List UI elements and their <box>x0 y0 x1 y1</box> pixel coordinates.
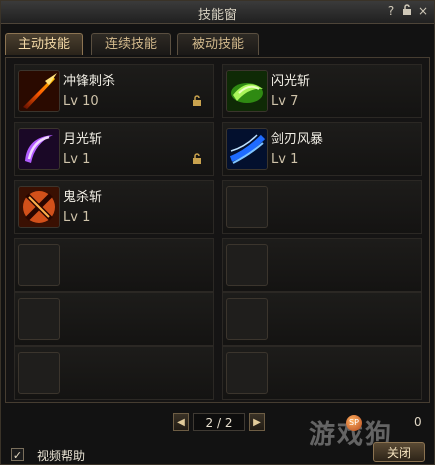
moonlight-slash-icon[interactable] <box>18 128 60 170</box>
flash-slash-icon[interactable] <box>226 70 268 112</box>
empty-icon-slot <box>226 298 268 340</box>
skill-slot-empty[interactable] <box>14 292 214 346</box>
skill-level: Lv 1 <box>63 210 91 225</box>
skill-slot-empty[interactable] <box>14 346 214 400</box>
prev-page-button[interactable]: ◀ <box>173 413 189 431</box>
tab-combo-skills[interactable]: 连续技能 <box>91 33 171 55</box>
empty-icon-slot <box>226 186 268 228</box>
video-help-label: 视频帮助 <box>37 449 86 463</box>
skill-slot[interactable]: 闪光斩 Lv 7 <box>222 64 422 118</box>
skill-name: 剑刃风暴 <box>271 132 324 147</box>
lock-icon[interactable] <box>400 4 414 18</box>
empty-icon-slot <box>18 352 60 394</box>
skill-slot-empty[interactable] <box>222 292 422 346</box>
skill-name: 鬼杀斩 <box>63 190 103 205</box>
empty-icon-slot <box>226 352 268 394</box>
close-button[interactable]: 关闭 <box>373 442 425 462</box>
charge-stab-icon[interactable] <box>18 70 60 112</box>
title-bar[interactable]: 技能窗 ? × <box>1 1 434 24</box>
blade-storm-icon[interactable] <box>226 128 268 170</box>
lock-icon[interactable] <box>191 153 203 165</box>
help-icon[interactable]: ? <box>384 4 398 18</box>
skill-slot-empty[interactable] <box>222 180 422 234</box>
empty-icon-slot <box>18 244 60 286</box>
skill-level: Lv 1 <box>271 152 299 167</box>
skill-window: 技能窗 ? × 主动技能 连续技能 被动技能 冲锋刺杀 Lv 10 闪光斩 Lv… <box>0 0 435 465</box>
demon-slay-icon[interactable] <box>18 186 60 228</box>
skill-slot[interactable]: 鬼杀斩 Lv 1 <box>14 180 214 234</box>
skill-level: Lv 1 <box>63 152 91 167</box>
skill-slot-empty[interactable] <box>222 238 422 292</box>
empty-icon-slot <box>18 298 60 340</box>
skill-slot[interactable]: 冲锋刺杀 Lv 10 <box>14 64 214 118</box>
page-indicator: 2 / 2 <box>193 413 245 431</box>
video-help-checkbox[interactable]: ✓ <box>11 448 24 462</box>
skill-level: Lv 10 <box>63 94 99 109</box>
skill-grid: 冲锋刺杀 Lv 10 闪光斩 Lv 7 月光斩 Lv 1 剑刃风暴 Lv 1 鬼… <box>5 57 430 403</box>
pager: ◀ 2 / 2 ▶ <box>173 413 265 433</box>
close-icon[interactable]: × <box>416 4 430 18</box>
skill-slot[interactable]: 剑刃风暴 Lv 1 <box>222 122 422 176</box>
skill-name: 冲锋刺杀 <box>63 74 116 89</box>
tab-passive-skills[interactable]: 被动技能 <box>177 33 259 55</box>
lock-icon[interactable] <box>191 95 203 107</box>
skill-points-icon: SP <box>346 415 362 431</box>
skill-points-value: 0 <box>414 415 422 429</box>
tab-active-skills[interactable]: 主动技能 <box>5 33 83 55</box>
skill-slot[interactable]: 月光斩 Lv 1 <box>14 122 214 176</box>
window-title: 技能窗 <box>197 8 237 23</box>
skill-slot-empty[interactable] <box>14 238 214 292</box>
empty-icon-slot <box>226 244 268 286</box>
skill-level: Lv 7 <box>271 94 299 109</box>
skill-slot-empty[interactable] <box>222 346 422 400</box>
skill-name: 月光斩 <box>63 132 103 147</box>
next-page-button[interactable]: ▶ <box>249 413 265 431</box>
skill-name: 闪光斩 <box>271 74 311 89</box>
